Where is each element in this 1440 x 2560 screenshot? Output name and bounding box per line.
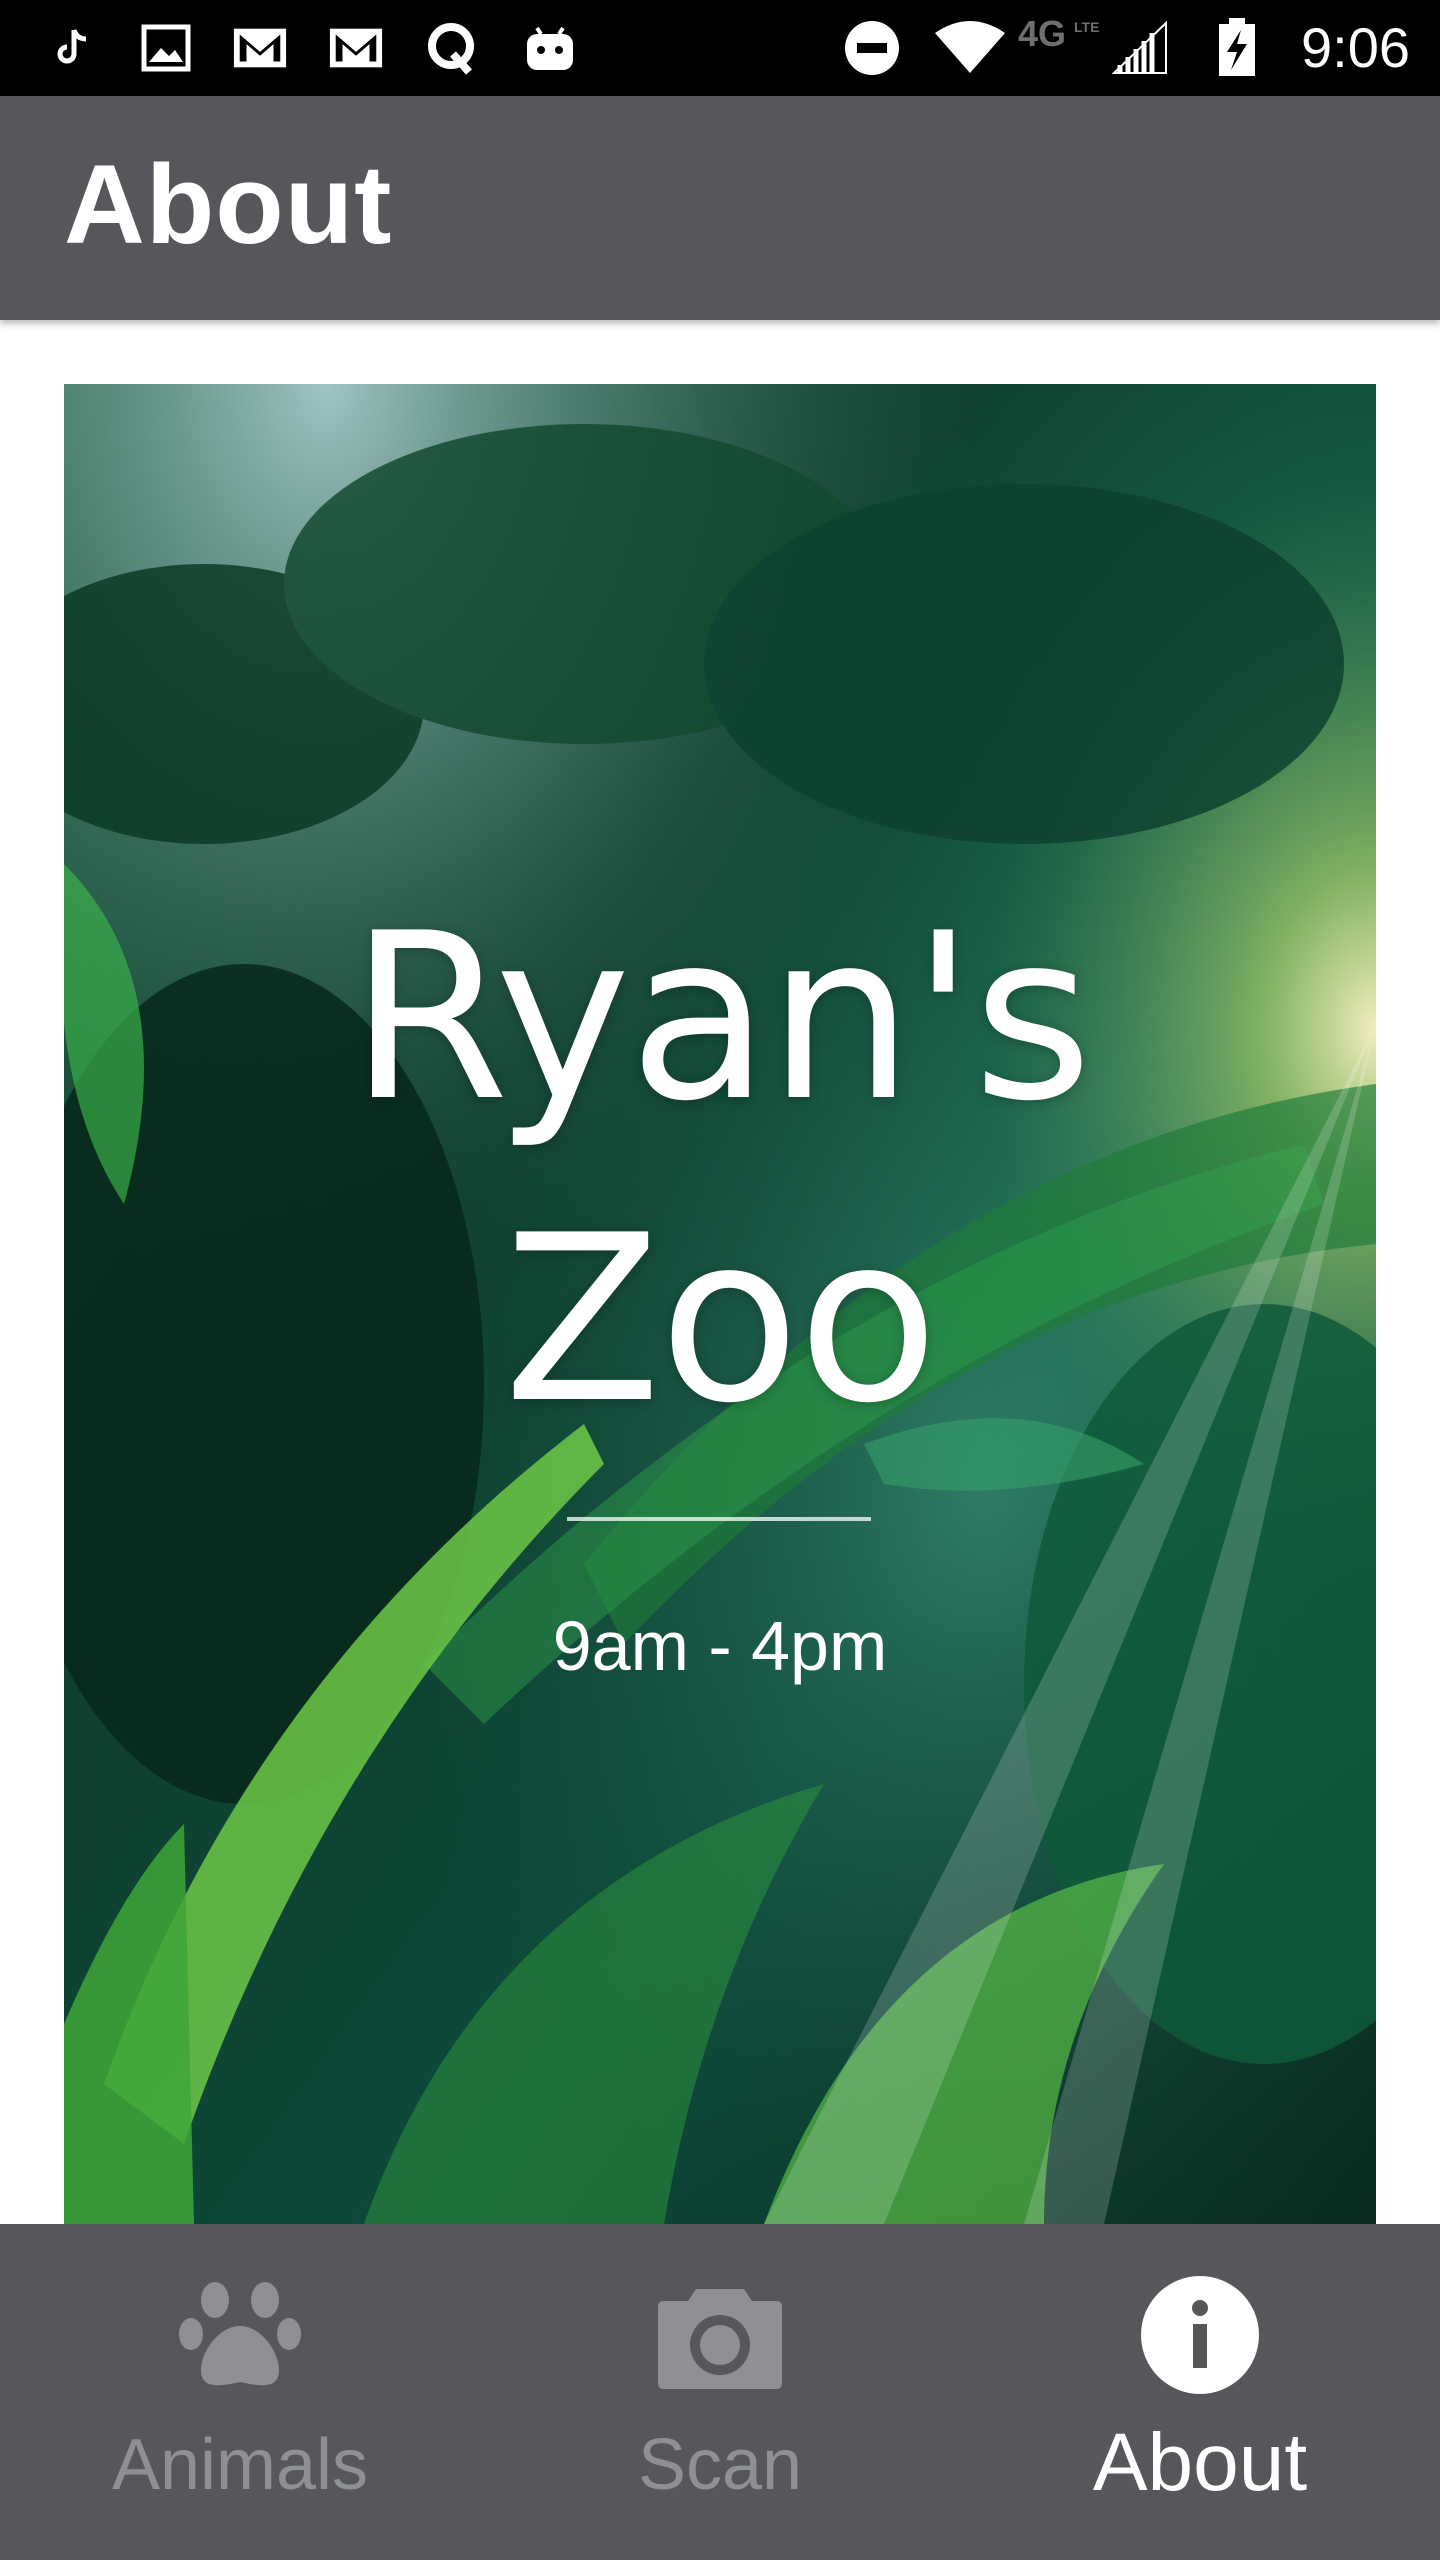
gallery-icon: [138, 22, 194, 74]
opening-hours: 9am - 4pm: [552, 1607, 888, 1685]
nav-label-animals: Animals: [111, 2425, 369, 2505]
wifi-icon: [932, 21, 1008, 74]
nav-item-scan[interactable]: Scan: [480, 2224, 960, 2560]
nav-item-about[interactable]: About: [960, 2224, 1440, 2560]
info-icon: [1135, 2270, 1265, 2400]
nav-item-animals[interactable]: Animals: [0, 2224, 480, 2560]
svg-text:4G: 4G: [1018, 13, 1066, 54]
status-bar: 4G LTE 9:06: [0, 0, 1440, 96]
gmail-icon: [232, 22, 288, 74]
page-title: About: [64, 142, 393, 267]
app-bar: About: [0, 96, 1440, 320]
lte-icon: 4G LTE: [1016, 8, 1108, 60]
zoo-name-line1: Ryan's: [349, 885, 1092, 1152]
battery-charging-icon: [1212, 18, 1262, 76]
nav-label-scan: Scan: [637, 2425, 803, 2505]
gmail-icon: [328, 22, 384, 74]
zoo-name-line2: Zoo: [503, 1187, 939, 1454]
hero-divider: [567, 1517, 871, 1521]
svg-text:LTE: LTE: [1074, 19, 1099, 35]
signal-icon: [1110, 21, 1170, 74]
status-time: 9:06: [1301, 16, 1410, 79]
nav-label-about: About: [1092, 2417, 1308, 2508]
hero-overlay: Ryan's Zoo 9am - 4pm: [64, 384, 1376, 2224]
quora-icon: [424, 22, 480, 75]
hero-card: Ryan's Zoo 9am - 4pm: [64, 384, 1376, 2224]
paw-icon: [175, 2270, 305, 2400]
bottom-nav: Animals Scan About: [0, 2224, 1440, 2560]
tiktok-icon: [44, 22, 100, 74]
android-icon: [522, 22, 578, 74]
camera-icon: [655, 2270, 785, 2400]
do-not-disturb-icon: [844, 21, 900, 75]
